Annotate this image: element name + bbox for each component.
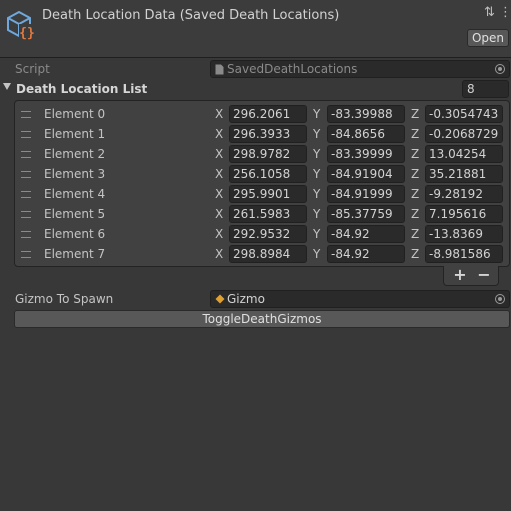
prefab-diamond-icon [215, 294, 225, 304]
object-picker-icon [495, 64, 505, 74]
y-axis-label: Y [313, 167, 321, 181]
drag-handle-icon[interactable] [21, 251, 31, 258]
list-element-row: Element 4 X 295.9901 Y -84.91999 Z -9.28192 [15, 184, 509, 204]
z-axis-label: Z [411, 227, 420, 241]
script-file-icon [215, 64, 224, 75]
drag-handle-icon[interactable] [21, 191, 31, 198]
list-size-field[interactable]: 8 [462, 80, 509, 98]
drag-handle-icon[interactable] [21, 111, 31, 118]
element-label: Element 1 [44, 127, 106, 141]
list-element-row: Element 6 X 292.9532 Y -84.92 Z -13.8369 [15, 224, 509, 244]
y-value-field[interactable]: -84.92 [327, 225, 405, 243]
y-value-field[interactable]: -83.39999 [327, 145, 405, 163]
x-value-field[interactable]: 256.1058 [229, 165, 307, 183]
z-axis-label: Z [411, 207, 420, 221]
y-axis-label: Y [313, 127, 321, 141]
x-value-field[interactable]: 296.2061 [229, 105, 307, 123]
death-location-list-label[interactable]: Death Location List [16, 82, 147, 96]
list-add-remove-footer: + − [443, 266, 499, 286]
z-value-field[interactable]: 13.04254 [425, 145, 503, 163]
element-label: Element 0 [44, 107, 106, 121]
gizmo-field-value: Gizmo [227, 292, 265, 306]
inspector-title: Death Location Data (Saved Death Locatio… [42, 8, 340, 23]
x-value-field[interactable]: 298.8984 [229, 245, 307, 263]
x-axis-label: X [215, 227, 224, 241]
x-value-field[interactable]: 261.5983 [229, 205, 307, 223]
element-label: Element 2 [44, 147, 106, 161]
drag-handle-icon[interactable] [21, 171, 31, 178]
y-value-field[interactable]: -84.91904 [327, 165, 405, 183]
x-axis-label: X [215, 107, 224, 121]
y-value-field[interactable]: -85.37759 [327, 205, 405, 223]
z-value-field[interactable]: -0.2068729 [425, 125, 503, 143]
y-value-field[interactable]: -84.8656 [327, 125, 405, 143]
list-element-row: Element 2 X 298.9782 Y -83.39999 Z 13.04254 [15, 144, 509, 164]
z-axis-label: Z [411, 127, 420, 141]
z-axis-label: Z [411, 167, 420, 181]
foldout-arrow-icon[interactable] [3, 83, 11, 90]
element-label: Element 4 [44, 187, 106, 201]
z-value-field[interactable]: -0.3054743 [425, 105, 503, 123]
y-axis-label: Y [313, 227, 321, 241]
more-vert-icon[interactable]: ⋮ [499, 6, 511, 20]
drag-handle-icon[interactable] [21, 131, 31, 138]
inspector-header: {} Death Location Data (Saved Death Loca… [0, 0, 511, 58]
x-axis-label: X [215, 127, 224, 141]
x-value-field[interactable]: 296.3933 [229, 125, 307, 143]
y-value-field[interactable]: -83.39988 [327, 105, 405, 123]
drag-handle-icon[interactable] [21, 231, 31, 238]
y-axis-label: Y [313, 107, 321, 121]
element-label: Element 6 [44, 227, 106, 241]
z-value-field[interactable]: -8.981586 [425, 245, 503, 263]
element-label: Element 5 [44, 207, 106, 221]
scriptable-object-icon: {} [7, 10, 35, 41]
x-value-field[interactable]: 295.9901 [229, 185, 307, 203]
list-element-row: Element 7 X 298.8984 Y -84.92 Z -8.981586 [15, 244, 509, 264]
x-value-field[interactable]: 298.9782 [229, 145, 307, 163]
drag-handle-icon[interactable] [21, 151, 31, 158]
x-axis-label: X [215, 147, 224, 161]
list-element-row: Element 0 X 296.2061 Y -83.39988 Z -0.3054743 [15, 104, 509, 124]
script-field-value: SavedDeathLocations [227, 62, 358, 76]
z-axis-label: Z [411, 107, 420, 121]
drag-handle-icon[interactable] [21, 211, 31, 218]
open-button[interactable]: Open [467, 29, 509, 47]
x-axis-label: X [215, 187, 224, 201]
y-axis-label: Y [313, 247, 321, 261]
z-axis-label: Z [411, 247, 420, 261]
gizmo-field[interactable]: Gizmo [210, 290, 510, 308]
z-axis-label: Z [411, 147, 420, 161]
sliders-icon[interactable]: ⇅ [484, 6, 495, 20]
list-element-row: Element 3 X 256.1058 Y -84.91904 Z 35.21881 [15, 164, 509, 184]
element-label: Element 7 [44, 247, 106, 261]
element-label: Element 3 [44, 167, 106, 181]
y-axis-label: Y [313, 147, 321, 161]
z-value-field[interactable]: -13.8369 [425, 225, 503, 243]
gizmo-to-spawn-label: Gizmo To Spawn [15, 292, 114, 306]
z-value-field[interactable]: -9.28192 [425, 185, 503, 203]
z-value-field[interactable]: 35.21881 [425, 165, 503, 183]
z-axis-label: Z [411, 187, 420, 201]
y-value-field[interactable]: -84.92 [327, 245, 405, 263]
z-value-field[interactable]: 7.195616 [425, 205, 503, 223]
script-field: SavedDeathLocations [210, 60, 510, 78]
x-axis-label: X [215, 247, 224, 261]
x-axis-label: X [215, 207, 224, 221]
list-element-row: Element 1 X 296.3933 Y -84.8656 Z -0.2068729 [15, 124, 509, 144]
y-axis-label: Y [313, 187, 321, 201]
add-element-button[interactable]: + [449, 267, 471, 283]
x-value-field[interactable]: 292.9532 [229, 225, 307, 243]
svg-text:{}: {} [19, 26, 35, 41]
y-axis-label: Y [313, 207, 321, 221]
list-element-row: Element 5 X 261.5983 Y -85.37759 Z 7.195616 [15, 204, 509, 224]
death-location-list: Element 0 X 296.2061 Y -83.39988 Z -0.3054743 E… [14, 100, 510, 267]
script-label: Script [15, 62, 50, 76]
object-picker-icon[interactable] [495, 294, 505, 304]
y-value-field[interactable]: -84.91999 [327, 185, 405, 203]
remove-element-button[interactable]: − [473, 267, 495, 283]
x-axis-label: X [215, 167, 224, 181]
toggle-death-gizmos-button[interactable]: ToggleDeathGizmos [14, 310, 510, 328]
